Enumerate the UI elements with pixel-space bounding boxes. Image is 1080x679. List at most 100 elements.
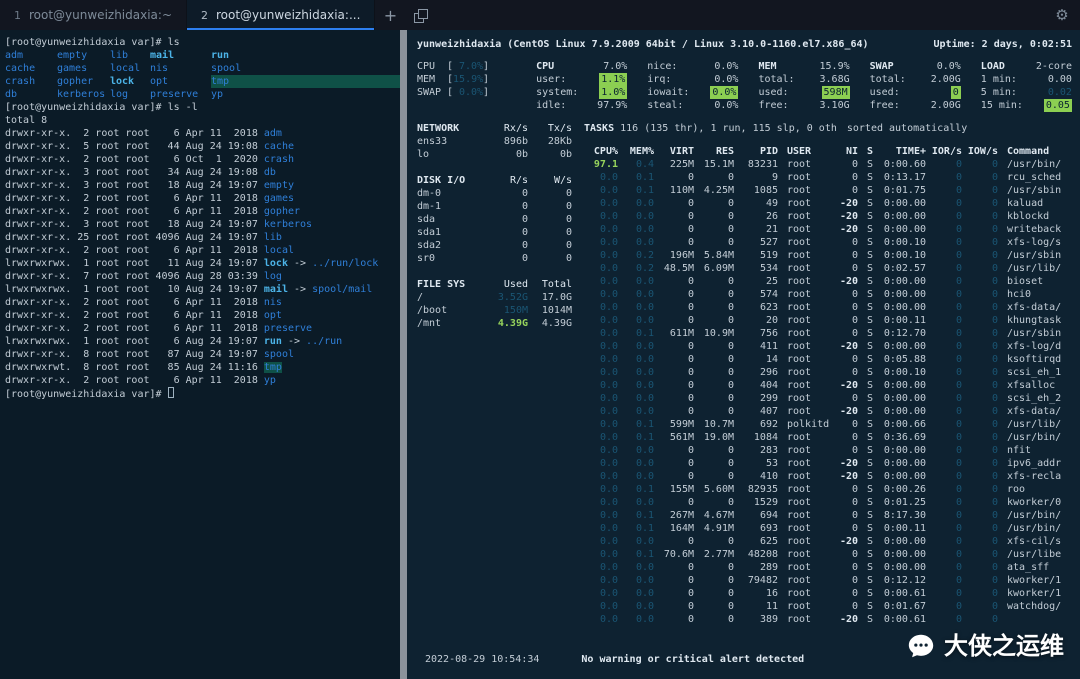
entry-meta: drwxr-xr-x. 3 root root 34 Aug 24 19:08 (5, 167, 264, 178)
proc-cell: 25 (734, 275, 778, 288)
summary-col-3: SWAP0.0%total:2.00Gused:0free:2.00G (870, 60, 961, 112)
stat-label: free: (870, 99, 900, 112)
proc-col-pid: PID (734, 145, 778, 158)
proc-cell: S (858, 353, 876, 366)
stat-value: 7.0% (603, 60, 627, 73)
pane-splitter[interactable] (400, 30, 407, 679)
proc-cell: 5.60M (694, 483, 734, 496)
proc-cell: 9 (734, 171, 778, 184)
file-db: db (5, 88, 57, 101)
proc-cell: root (778, 197, 832, 210)
proc-cell: root (778, 353, 832, 366)
proc-cell: /usr/sbin (998, 249, 1072, 262)
settings-gear-icon[interactable]: ⚙ (1044, 0, 1080, 30)
tabbar-spacer (435, 0, 1044, 30)
process-area: TASKS 116 (135 thr), 1 run, 115 slp, 0 o… (584, 122, 1072, 626)
ls-entry: lrwxrwxrwx. 1 root root 11 Aug 24 19:07 … (5, 257, 400, 270)
split-view-button[interactable] (405, 0, 435, 30)
stat-value: 1.0% (599, 86, 627, 99)
proc-cell: root (778, 366, 832, 379)
file-gopher: gopher (57, 75, 110, 88)
file-spool: spool (211, 62, 400, 75)
tab-2[interactable]: 2root@yunweizhidaxia:... (187, 0, 375, 30)
proc-cell: S (858, 249, 876, 262)
proc-cell: 16 (734, 587, 778, 600)
proc-cell: 0.0 (618, 600, 654, 613)
proc-cell: 0 (654, 353, 694, 366)
terminal-pane-left[interactable]: [root@yunweizhidaxia var]# ls admemptyli… (0, 30, 400, 679)
proc-cell: 0 (962, 327, 998, 340)
proc-cell: 0 (832, 496, 858, 509)
proc-cell: kworker/1 (998, 574, 1072, 587)
entry-name: adm (264, 128, 282, 139)
proc-cell: 0 (654, 574, 694, 587)
proc-cell: 20 (734, 314, 778, 327)
proc-cell: 561M (654, 431, 694, 444)
proc-cell: 623 (734, 301, 778, 314)
chat-bubble-icon (906, 631, 936, 661)
proc-cell: 0 (962, 171, 998, 184)
proc-cell: /usr/lib/ (998, 418, 1072, 431)
proc-cell: 0:02.57 (876, 262, 926, 275)
file-cache: cache (5, 62, 57, 75)
proc-col-virt: VIRT (654, 145, 694, 158)
proc-cell: 0 (962, 418, 998, 431)
ls-entry: drwxr-xr-x. 2 root root 6 Oct 1 2020 cra… (5, 153, 400, 166)
proc-cell: 0.0 (618, 470, 654, 483)
proc-cell: 0 (962, 444, 998, 457)
stat-value: 0.0% (710, 86, 738, 99)
proc-cell: root (778, 275, 832, 288)
panel-filesys: FILE SYSUsedTotal/3.52G17.0G/boot150M101… (417, 278, 572, 330)
file-lock: lock (110, 75, 150, 88)
proc-cell: 0 (926, 457, 962, 470)
proc-cell: 0.0 (584, 405, 618, 418)
panel-value-2: 0 (528, 213, 572, 226)
stat-value: 2-core (1036, 60, 1072, 73)
proc-cell: 0 (962, 457, 998, 470)
proc-cell: 0 (654, 236, 694, 249)
tab-label: root@yunweizhidaxia:... (216, 9, 360, 22)
proc-cell: 0.0 (618, 366, 654, 379)
panel-col-header: Rx/s (484, 122, 528, 135)
proc-cell: 0 (654, 496, 694, 509)
new-tab-button[interactable]: + (375, 0, 405, 30)
proc-cell: 267M (654, 509, 694, 522)
quicklook-value: 0.0% (453, 86, 483, 99)
proc-cell: ata_sff (998, 561, 1072, 574)
ls-entry: lrwxrwxrwx. 1 root root 6 Aug 24 19:07 r… (5, 335, 400, 348)
proc-cell: 0 (654, 457, 694, 470)
stat-label: system: (536, 86, 578, 99)
proc-cell: 0:12.70 (876, 327, 926, 340)
proc-cell: 0.0 (584, 249, 618, 262)
panel-value-1: 0 (484, 213, 528, 226)
proc-cell: 0 (654, 340, 694, 353)
proc-cell: root (778, 444, 832, 457)
quicklook-swap: SWAP[0.0%] (417, 86, 516, 99)
shell-prompt: [root@yunweizhidaxia var]# (5, 102, 168, 113)
proc-cell: 0:00.00 (876, 210, 926, 223)
proc-cell: 0 (832, 288, 858, 301)
stat-row: SWAP0.0% (870, 60, 961, 73)
summary-col-2: MEM15.9%total:3.68Gused:598Mfree:3.10G (758, 60, 849, 112)
tab-1[interactable]: 1root@yunweizhidaxia:~ (0, 0, 187, 30)
proc-cell: 70.6M (654, 548, 694, 561)
panel-header: NETWORKRx/sTx/s (417, 122, 572, 135)
proc-cell: 0.0 (584, 223, 618, 236)
link-arrow: -> (282, 336, 306, 347)
proc-cell: root (778, 405, 832, 418)
proc-cell: 0.0 (584, 288, 618, 301)
proc-cell: S (858, 561, 876, 574)
panel-row: dm-100 (417, 200, 572, 213)
glances-pane[interactable]: yunweizhidaxia (CentOS Linux 7.9.2009 64… (407, 30, 1080, 679)
terminal-window: 1root@yunweizhidaxia:~2root@yunweizhidax… (0, 0, 1080, 679)
entry-name: nis (264, 297, 282, 308)
link-target: spool/mail (312, 284, 372, 295)
proc-cell: 0 (962, 561, 998, 574)
proc-cell: 0:00.00 (876, 223, 926, 236)
panel-value-2: 0b (528, 148, 572, 161)
entry-meta: drwxr-xr-x. 3 root root 18 Aug 24 19:07 (5, 180, 264, 191)
proc-cell: S (858, 223, 876, 236)
proc-cell: 692 (734, 418, 778, 431)
stat-label: steal: (647, 99, 683, 112)
proc-cell: polkitd (778, 418, 832, 431)
